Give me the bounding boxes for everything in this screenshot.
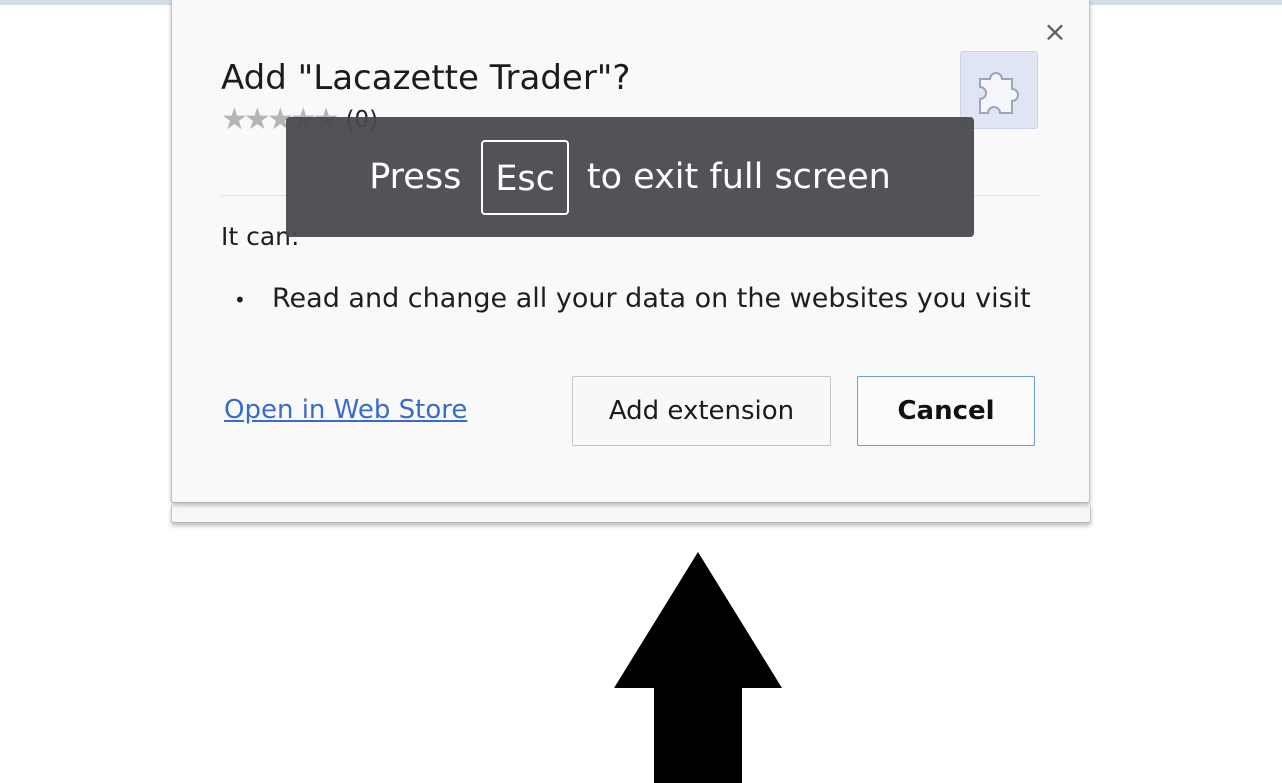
toast-prefix: Press bbox=[369, 157, 462, 197]
add-extension-button[interactable]: Add extension bbox=[572, 376, 831, 446]
close-icon[interactable]: × bbox=[1040, 17, 1070, 47]
cancel-button[interactable]: Cancel bbox=[857, 376, 1035, 446]
bullet: • bbox=[234, 287, 246, 312]
dialog-underlay bbox=[171, 505, 1091, 523]
toast-suffix: to exit full screen bbox=[586, 157, 891, 197]
dialog-title: Add "Lacazette Trader"? bbox=[221, 58, 631, 98]
add-extension-dialog: × Add "Lacazette Trader"? ★ ★ ★ ★ ★ (0) … bbox=[171, 0, 1090, 503]
permission-text: Read and change all your data on the web… bbox=[272, 283, 1031, 314]
up-arrow-icon bbox=[614, 552, 782, 783]
open-web-store-link[interactable]: Open in Web Store bbox=[224, 395, 467, 425]
esc-key-badge: Esc bbox=[481, 139, 569, 215]
fullscreen-exit-toast: Press Esc to exit full screen bbox=[286, 117, 974, 237]
permission-item: • Read and change all your data on the we… bbox=[234, 283, 1031, 314]
